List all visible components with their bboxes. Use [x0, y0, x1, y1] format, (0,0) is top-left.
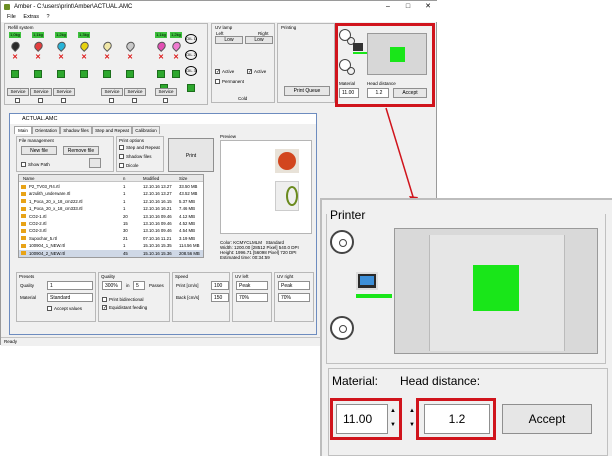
zoomed-printer-panel: Printer Material: Head distance: 11.00 ▲… [320, 198, 612, 456]
zoom-monitor-icon [356, 272, 378, 290]
zoom-material-label: Material: [332, 374, 379, 388]
zoom-material-spinner[interactable]: ▲ ▼ [390, 404, 396, 434]
zoom-head-distance-label: Head distance: [400, 374, 481, 388]
zoom-reel-top-icon [330, 230, 354, 254]
zoom-material-field[interactable]: 11.00 [336, 404, 388, 434]
zoom-print-bed [394, 228, 598, 354]
zoom-accept-button[interactable]: Accept [502, 404, 592, 434]
zoom-reel-bottom-icon [330, 316, 354, 340]
zoom-feed-line [356, 294, 392, 298]
zoom-print-head-position [473, 265, 519, 311]
zoom-head-distance-field[interactable]: 1.2 [424, 404, 490, 434]
monitor-screen [360, 276, 374, 285]
zoom-head-spinner[interactable]: ▲ ▼ [408, 404, 416, 434]
